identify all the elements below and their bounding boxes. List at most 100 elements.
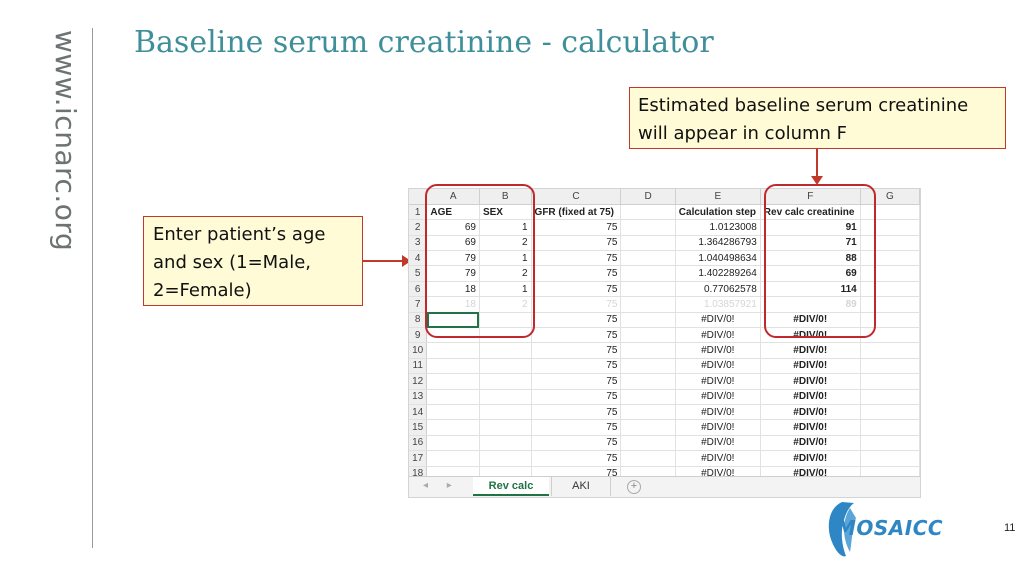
cell-c8[interactable]: 75 (531, 312, 622, 329)
row-header[interactable]: 17 (409, 450, 428, 467)
row-header[interactable]: 11 (409, 358, 428, 375)
cell-g17[interactable] (860, 450, 920, 467)
cell-d5[interactable] (620, 265, 676, 282)
cell-a10[interactable] (426, 342, 480, 359)
cell-d16[interactable] (620, 435, 676, 452)
cell-g13[interactable] (860, 389, 920, 405)
column-header-c[interactable]: C (531, 189, 622, 205)
cell-e2[interactable]: 1.0123008 (675, 219, 761, 236)
cell-d10[interactable] (620, 342, 676, 359)
cell-f16[interactable]: #DIV/0! (760, 435, 861, 452)
row-header[interactable]: 16 (409, 435, 428, 452)
cell-a11[interactable] (426, 358, 480, 375)
cell-b17[interactable] (479, 450, 532, 467)
tab-rev-calc-gfr[interactable]: Rev calc GFR (473, 477, 549, 496)
row-header[interactable]: 13 (409, 389, 428, 405)
column-header-e[interactable]: E (675, 189, 761, 205)
cell-e16[interactable]: #DIV/0! (675, 435, 761, 452)
cell-c9[interactable]: 75 (531, 327, 622, 344)
row-header[interactable]: 9 (409, 327, 428, 344)
cell-e9[interactable]: #DIV/0! (675, 327, 761, 344)
cell-c2[interactable]: 75 (531, 219, 622, 236)
cell-a15[interactable] (426, 419, 480, 436)
cell-e6[interactable]: 0.77062578 (675, 281, 761, 298)
cell-g15[interactable] (860, 419, 920, 436)
cell-e10[interactable]: #DIV/0! (675, 342, 761, 359)
cell-a17[interactable] (426, 450, 480, 467)
column-header-d[interactable]: D (620, 189, 676, 205)
cell-c6[interactable]: 75 (531, 281, 622, 298)
cell-f11[interactable]: #DIV/0! (760, 358, 861, 375)
cell-f14[interactable]: #DIV/0! (760, 404, 861, 421)
cell-d13[interactable] (620, 389, 676, 405)
row-header[interactable]: 10 (409, 342, 428, 359)
cell-d8[interactable] (620, 312, 676, 329)
cell-b10[interactable] (479, 342, 532, 359)
row-header[interactable]: 14 (409, 404, 428, 421)
plus-circle-icon[interactable]: + (627, 480, 641, 494)
cell-e1[interactable]: Calculation step (675, 204, 761, 221)
cell-f17[interactable]: #DIV/0! (760, 450, 861, 467)
tab-aki-stage[interactable]: AKI stage (551, 477, 611, 496)
cell-d3[interactable] (620, 235, 676, 252)
cell-c4[interactable]: 75 (531, 250, 622, 267)
cell-c13[interactable]: 75 (531, 389, 622, 405)
cell-e8[interactable]: #DIV/0! (675, 312, 761, 329)
cell-e3[interactable]: 1.364286793 (675, 235, 761, 252)
cell-g12[interactable] (860, 373, 920, 390)
cell-e14[interactable]: #DIV/0! (675, 404, 761, 421)
cell-e17[interactable]: #DIV/0! (675, 450, 761, 467)
cell-f13[interactable]: #DIV/0! (760, 389, 861, 405)
cell-e11[interactable]: #DIV/0! (675, 358, 761, 375)
cell-d12[interactable] (620, 373, 676, 390)
cell-d14[interactable] (620, 404, 676, 421)
cell-g16[interactable] (860, 435, 920, 452)
cell-d17[interactable] (620, 450, 676, 467)
cell-d4[interactable] (620, 250, 676, 267)
cell-e13[interactable]: #DIV/0! (675, 389, 761, 405)
cell-b16[interactable] (479, 435, 532, 452)
cell-e7[interactable]: 1.03857921 (675, 296, 761, 313)
cell-f15[interactable]: #DIV/0! (760, 419, 861, 436)
cell-e12[interactable]: #DIV/0! (675, 373, 761, 390)
cell-c3[interactable]: 75 (531, 235, 622, 252)
cell-d11[interactable] (620, 358, 676, 375)
cell-c17[interactable]: 75 (531, 450, 622, 467)
row-header[interactable]: 12 (409, 373, 428, 390)
cell-b15[interactable] (479, 419, 532, 436)
cell-c10[interactable]: 75 (531, 342, 622, 359)
cell-b11[interactable] (479, 358, 532, 375)
cell-c16[interactable]: 75 (531, 435, 622, 452)
cell-g14[interactable] (860, 404, 920, 421)
cell-b12[interactable] (479, 373, 532, 390)
callout-column-f: Estimated baseline serum creatinine will… (629, 87, 1006, 149)
cell-d1[interactable] (620, 204, 676, 221)
cell-c5[interactable]: 75 (531, 265, 622, 282)
cell-c15[interactable]: 75 (531, 419, 622, 436)
cell-g10[interactable] (860, 342, 920, 359)
cell-d6[interactable] (620, 281, 676, 298)
cell-e15[interactable]: #DIV/0! (675, 419, 761, 436)
cell-c1[interactable]: GFR (fixed at 75) (531, 204, 622, 221)
cell-d15[interactable] (620, 419, 676, 436)
cell-b13[interactable] (479, 389, 532, 405)
cell-d2[interactable] (620, 219, 676, 236)
cell-c12[interactable]: 75 (531, 373, 622, 390)
cell-c11[interactable]: 75 (531, 358, 622, 375)
cell-a14[interactable] (426, 404, 480, 421)
cell-a12[interactable] (426, 373, 480, 390)
cell-b14[interactable] (479, 404, 532, 421)
cell-a13[interactable] (426, 389, 480, 405)
cell-c14[interactable]: 75 (531, 404, 622, 421)
cell-g11[interactable] (860, 358, 920, 375)
row-header[interactable]: 15 (409, 419, 428, 436)
cell-d7[interactable] (620, 296, 676, 313)
cell-f10[interactable]: #DIV/0! (760, 342, 861, 359)
cell-f12[interactable]: #DIV/0! (760, 373, 861, 390)
sheet-nav-arrows-icon[interactable]: ◂ ▸ (423, 480, 460, 491)
cell-d9[interactable] (620, 327, 676, 344)
cell-a16[interactable] (426, 435, 480, 452)
cell-c7[interactable]: 75 (531, 296, 622, 313)
cell-e4[interactable]: 1.040498634 (675, 250, 761, 267)
cell-e5[interactable]: 1.402289264 (675, 265, 761, 282)
